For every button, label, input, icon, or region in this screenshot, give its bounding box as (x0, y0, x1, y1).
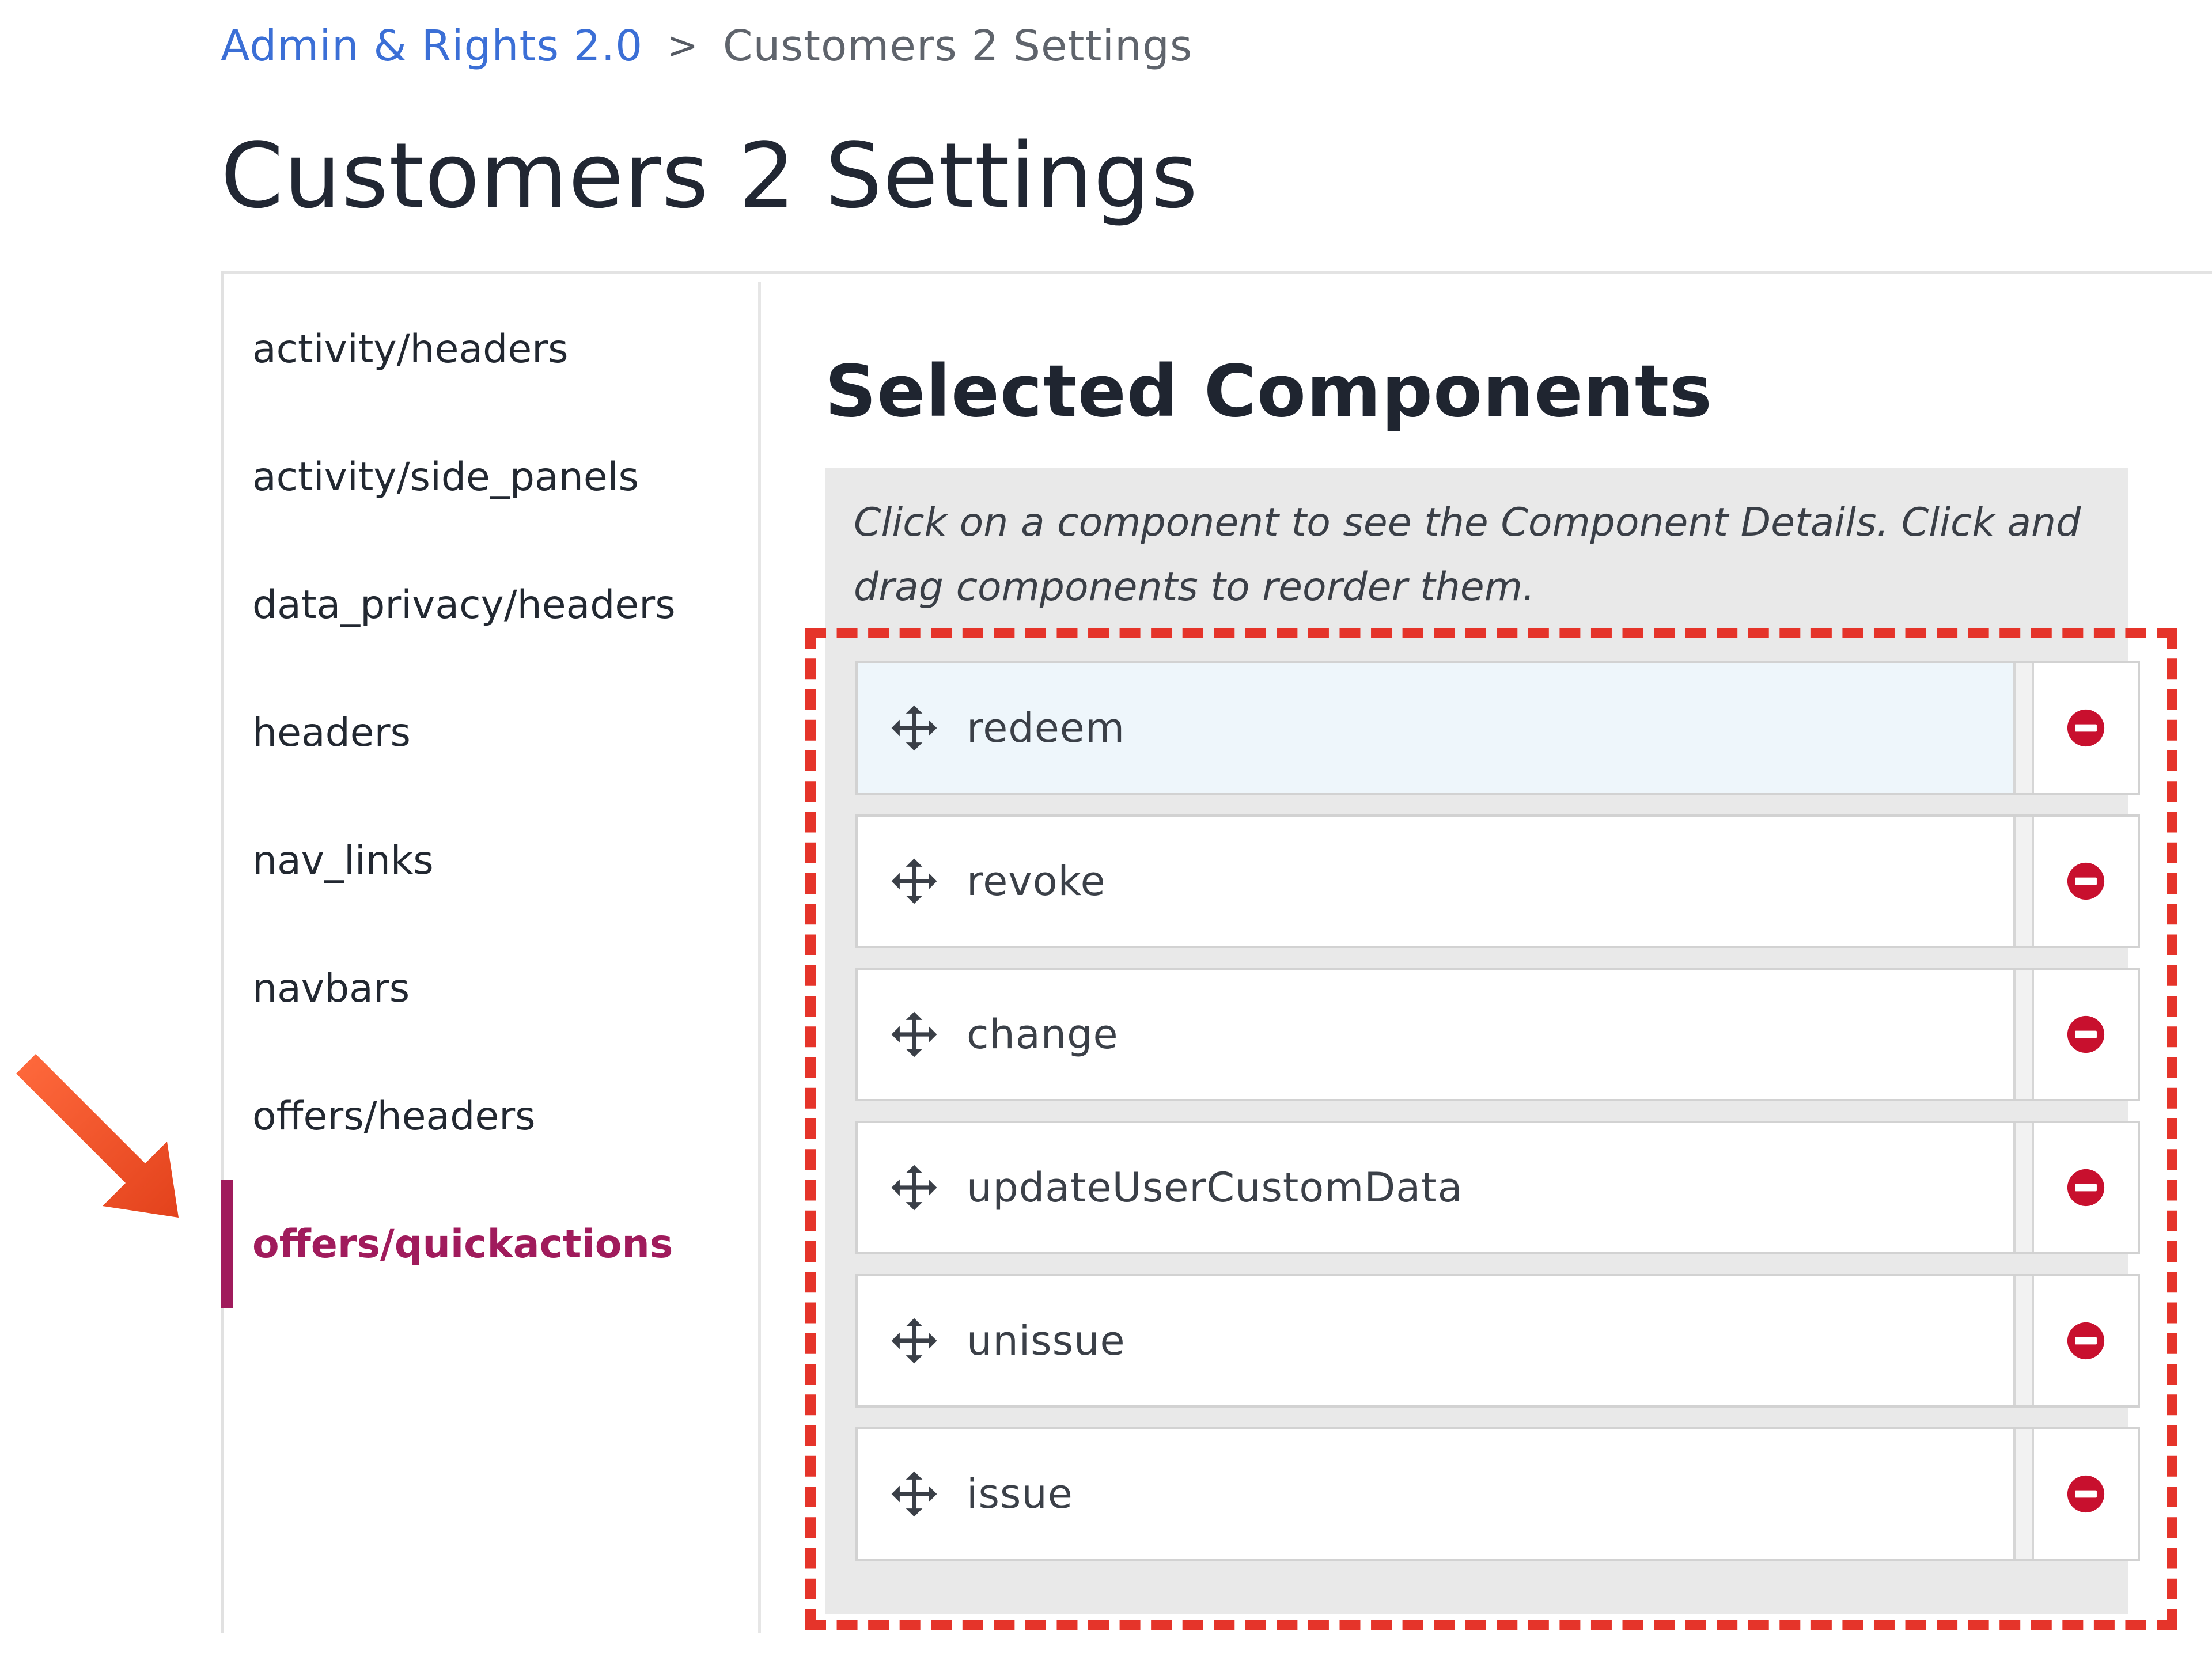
component-main[interactable]: change (858, 970, 2016, 1099)
move-icon[interactable] (889, 856, 939, 906)
move-icon[interactable] (889, 1010, 939, 1059)
remove-icon[interactable] (2066, 1474, 2106, 1514)
component-main[interactable]: unissue (858, 1276, 2016, 1405)
move-icon[interactable] (889, 703, 939, 753)
component-list: redeem revoke change updateUserCustomDat… (855, 661, 2140, 1580)
breadcrumb-separator-icon: > (667, 25, 699, 67)
component-row-unissue[interactable]: unissue (855, 1274, 2140, 1408)
component-row-redeem[interactable]: redeem (855, 661, 2140, 795)
sidebar-item-navbars[interactable]: navbars (224, 924, 756, 1052)
sidebar-item-data-privacy-headers[interactable]: data_privacy/headers (224, 541, 756, 669)
component-main[interactable]: updateUserCustomData (858, 1123, 2016, 1252)
page-title: Customers 2 Settings (221, 123, 1199, 228)
sidebar-divider (758, 282, 761, 1633)
remove-component-button[interactable] (2034, 1276, 2138, 1405)
move-icon[interactable] (889, 1469, 939, 1519)
component-row-update-user-custom-data[interactable]: updateUserCustomData (855, 1121, 2140, 1254)
breadcrumb: Admin & Rights 2.0 > Customers 2 Setting… (221, 17, 1193, 75)
remove-icon[interactable] (2066, 1167, 2106, 1208)
sidebar-item-nav-links[interactable]: nav_links (224, 797, 756, 924)
remove-icon[interactable] (2066, 861, 2106, 901)
annotation-arrow-icon (16, 1054, 179, 1218)
remove-component-button[interactable] (2034, 1429, 2138, 1559)
settings-card-top-border (221, 271, 2212, 274)
move-icon[interactable] (889, 1316, 939, 1366)
sidebar-item-offers-headers[interactable]: offers/headers (224, 1052, 756, 1180)
component-name: change (967, 1011, 1119, 1058)
remove-component-button[interactable] (2034, 1123, 2138, 1252)
remove-icon[interactable] (2066, 1014, 2106, 1055)
component-name: unissue (967, 1317, 1126, 1364)
remove-component-button[interactable] (2034, 817, 2138, 946)
component-row-revoke[interactable]: revoke (855, 814, 2140, 948)
remove-icon[interactable] (2066, 1321, 2106, 1361)
breadcrumb-current: Customers 2 Settings (722, 21, 1193, 71)
component-row-issue[interactable]: issue (855, 1427, 2140, 1561)
sidebar-item-activity-side-panels[interactable]: activity/side_panels (224, 413, 756, 541)
component-name: redeem (967, 704, 1126, 752)
move-icon[interactable] (889, 1163, 939, 1212)
remove-icon[interactable] (2066, 708, 2106, 748)
remove-component-button[interactable] (2034, 663, 2138, 793)
component-name: revoke (967, 858, 1106, 905)
breadcrumb-admin-rights-link[interactable]: Admin & Rights 2.0 (221, 21, 643, 71)
page: Admin & Rights 2.0 > Customers 2 Setting… (0, 0, 2212, 1676)
component-main[interactable]: issue (858, 1429, 2016, 1559)
remove-component-button[interactable] (2034, 970, 2138, 1099)
sidebar-item-activity-headers[interactable]: activity/headers (224, 285, 756, 413)
selected-components-title: Selected Components (825, 350, 1713, 433)
components-help-text: Click on a component to see the Componen… (854, 500, 2081, 610)
settings-sidebar: activity/headers activity/side_panels da… (221, 285, 756, 1308)
sidebar-item-headers[interactable]: headers (224, 669, 756, 797)
component-main[interactable]: revoke (858, 817, 2016, 946)
component-row-change[interactable]: change (855, 968, 2140, 1101)
sidebar-item-offers-quickactions[interactable]: offers/quickactions (221, 1180, 756, 1308)
component-main[interactable]: redeem (858, 663, 2016, 793)
component-name: updateUserCustomData (967, 1164, 1463, 1211)
component-name: issue (967, 1470, 1073, 1518)
